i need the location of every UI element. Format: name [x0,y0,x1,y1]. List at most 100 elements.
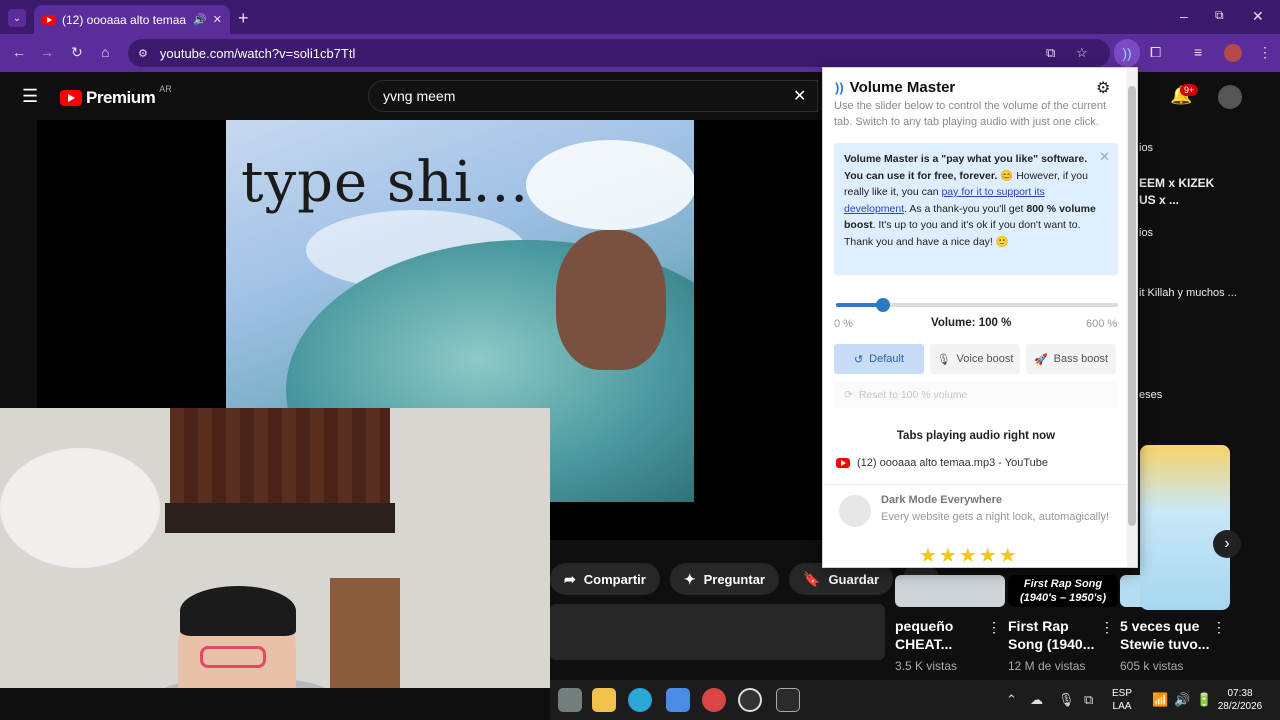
hamburger-menu-icon[interactable]: ☰ [22,86,38,107]
ask-button[interactable]: ✦ Preguntar [669,563,779,595]
notice-close-icon[interactable]: ✕ [1099,149,1110,166]
thumbnail-text-line-2: (1940's – 1950's) [1020,592,1106,604]
lamp-glow [0,448,160,568]
mode-buttons: ↺ Default 🎙 Voice boost 🚀 Bass boost [834,344,1116,374]
extensions-puzzle-icon[interactable]: ⧠ [1150,44,1161,61]
taskview-icon[interactable] [558,688,582,712]
edge-icon[interactable] [628,688,652,712]
sidebar-snippet[interactable]: US x ... [1139,193,1179,207]
tab-title: (12) oooaaa alto temaa.mp3 [62,12,187,27]
channel-avatar[interactable] [1218,85,1242,109]
sidebar-snippet[interactable]: ios [1139,142,1153,154]
promo-title: Dark Mode Everywhere [881,494,1003,506]
rating-stars[interactable]: ★★★★★ [919,543,1019,567]
popup-title-text: Volume Master [849,79,956,96]
recommendation-thumbnail [895,575,1005,607]
bookmark-star-icon[interactable]: ☆ [1076,45,1088,61]
default-mode-button[interactable]: ↺ Default [834,344,924,374]
chevron-right-icon: › [1224,535,1230,552]
home-icon[interactable]: ⌂ [101,44,109,60]
tray-expand-icon[interactable]: ⌃ [1006,692,1017,708]
back-arrow-icon[interactable]: ← [12,44,26,60]
minimize-button[interactable]: – [1180,8,1188,24]
volume-slider[interactable] [836,298,1118,312]
slight-smile-emoji-icon: 🙂 [995,235,1009,248]
layout-code: LAA [1112,701,1132,712]
share-icon: ➦ [564,570,576,587]
bookmark-icon: 🔖 [803,570,821,587]
reset-volume-button[interactable]: ⟳ Reset to 100 % volume [834,382,1118,408]
default-label: Default [869,353,905,365]
recommendation-card[interactable]: First Rap Song (1940's – 1950's) First R… [1008,575,1118,673]
popup-title: )) Volume Master [835,79,955,96]
rocket-icon: 🚀 [1033,353,1048,366]
popup-scrollbar[interactable] [1127,68,1137,567]
webcam-overlay [0,408,550,688]
close-window-button[interactable]: ✕ [1252,8,1264,25]
sidebar-snippet[interactable]: eses [1139,389,1162,401]
wifi-icon[interactable]: 📶 [1152,692,1168,708]
recommendation-views: 3.5 K vistas [895,659,958,673]
tab-search-icon[interactable]: ⌄ [8,9,26,27]
youtube-premium-logo[interactable]: Premium AR [60,84,172,108]
speaker-icon[interactable]: 🔊 [193,13,207,26]
site-info-icon[interactable]: ⚙ [138,47,148,60]
recommendation-menu-icon[interactable]: ⋮ [1100,619,1114,636]
file-explorer-icon[interactable] [592,688,616,712]
notice-text-3: . It's up to you and it's ok if you don'… [844,219,1081,248]
voice-boost-label: Voice boost [956,353,1014,365]
forward-arrow-icon[interactable]: → [40,44,54,60]
tray-app-icon[interactable]: ☁ [1030,692,1043,708]
settings-gear-icon[interactable]: ⚙ [1096,78,1110,98]
epic-games-icon[interactable] [776,688,800,712]
voice-boost-button[interactable]: 🎙 Voice boost [930,344,1020,374]
store-icon[interactable] [666,688,690,712]
capture-tray-icon[interactable]: ⧉ [1084,692,1093,708]
bass-boost-button[interactable]: 🚀 Bass boost [1026,344,1116,374]
recommendation-menu-icon[interactable]: ⋮ [987,619,1001,636]
search-input[interactable]: yvng meem ✕ [368,80,818,112]
install-app-icon[interactable]: ⧉ [1046,45,1055,61]
browser-tab-active[interactable]: (12) oooaaa alto temaa.mp3 🔊 ✕ [34,5,230,34]
share-button[interactable]: ➦ Compartir [550,563,660,595]
popup-scroll-thumb[interactable] [1128,86,1136,526]
tab-close-icon[interactable]: ✕ [213,13,222,26]
clock[interactable]: 07:38 28/2/2026 [1214,687,1266,713]
reload-icon[interactable]: ↻ [71,44,83,61]
audio-tab-entry[interactable]: (12) oooaaa alto temaa.mp3 - YouTube [836,457,1048,469]
sidebar-thumbnail[interactable] [1140,445,1230,610]
country-code: AR [159,84,172,94]
battery-icon[interactable]: 🔋 [1196,692,1212,708]
recommendation-card[interactable]: pequeño CHEAT... 3.5 K vistas ⋮ [895,575,1005,673]
media-control-icon[interactable]: ≡ [1194,44,1202,60]
chrome-icon[interactable] [702,688,726,712]
volume-icon[interactable]: 🔊 [1174,692,1190,708]
new-tab-button[interactable]: + [238,8,249,29]
thumbnail-text-line-1: First Rap Song [1023,578,1103,590]
ask-label: Preguntar [703,571,765,587]
browser-menu-icon[interactable]: ⋮ [1258,44,1272,61]
recommendation-title-line-2: CHEAT... [895,636,953,652]
next-arrow-button[interactable]: › [1213,530,1241,558]
obs-icon[interactable] [738,688,762,712]
volume-slider-handle[interactable] [876,298,890,312]
video-caption-text: type shi... [241,150,530,215]
profile-avatar[interactable] [1224,44,1242,62]
microphone-tray-icon[interactable]: 🎙 [1058,692,1075,708]
door [330,578,400,688]
youtube-favicon-icon [836,458,850,468]
language-indicator[interactable]: ESP LAA [1112,687,1132,713]
volume-master-extension-icon[interactable]: )) [1114,39,1140,67]
address-bar[interactable]: ⚙ youtube.com/watch?v=soli1cb7Ttl ⧉ ☆ [128,39,1110,67]
sidebar-snippet[interactable]: it Killah y muchos ... [1139,287,1237,299]
sidebar-snippet[interactable]: EEM x KIZEK [1139,176,1214,190]
recommendation-menu-icon[interactable]: ⋮ [1212,619,1226,636]
sidebar-snippet[interactable]: ios [1139,227,1153,239]
clock-date: 28/2/2026 [1217,701,1263,712]
description-box[interactable] [550,604,885,660]
clear-search-icon[interactable]: ✕ [793,86,806,106]
notification-badge: 9+ [1180,84,1199,96]
dark-mode-promo[interactable]: Dark Mode Everywhere Every website gets … [823,484,1129,532]
maximize-button[interactable]: ⧉ [1215,8,1224,23]
recommendation-title-line-2: Song (1940... [1008,636,1095,652]
